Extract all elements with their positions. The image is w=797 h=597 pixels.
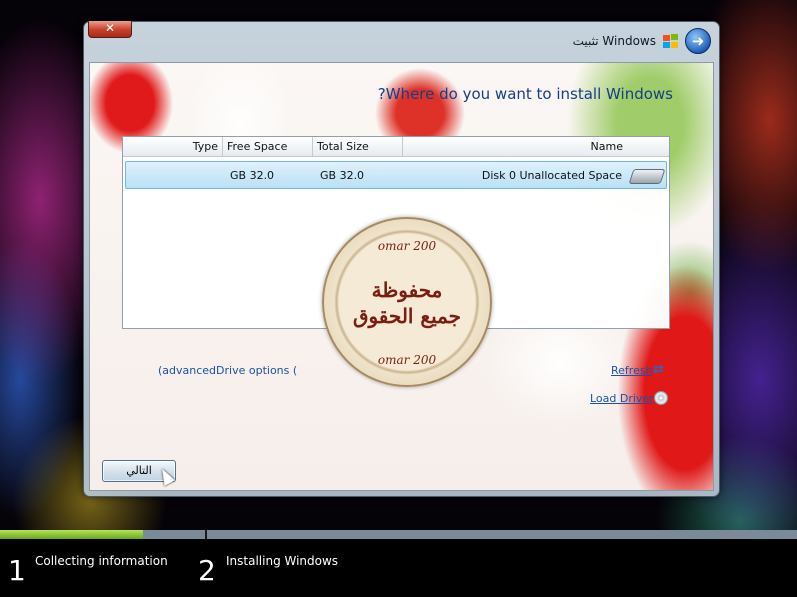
title-bar: تثبيت Windows ➜ xyxy=(573,28,711,54)
watermark-top-text: omar 200 xyxy=(377,239,437,253)
window-title: تثبيت Windows xyxy=(572,34,656,48)
column-header-total-size[interactable]: Total Size xyxy=(313,137,403,156)
step-number: 2 xyxy=(198,554,216,587)
back-arrow-icon[interactable]: ➜ xyxy=(685,28,711,54)
progress-fill xyxy=(0,530,144,539)
setup-progress-bar xyxy=(0,530,797,539)
disk-total-size: GB 32.0 xyxy=(320,169,365,182)
refresh-link[interactable]: Refresh xyxy=(611,364,653,377)
watermark-center-text: محفوظة جميع الحقوق xyxy=(324,277,490,329)
step-label: Installing Windows xyxy=(226,554,339,568)
disk-name: Disk 0 Unallocated Space xyxy=(481,169,622,182)
table-row[interactable]: GB 32.0 GB 32.0 Disk 0 Unallocated Space xyxy=(125,161,667,189)
advanced-drive-options-link[interactable]: (advancedDrive options ( xyxy=(158,364,297,377)
close-button[interactable]: ✕ xyxy=(88,21,132,38)
watermark-center-line-2: جميع الحقوق xyxy=(352,304,462,328)
column-header-name[interactable]: Name xyxy=(403,137,669,156)
column-header-free-space[interactable]: Free Space xyxy=(223,137,313,156)
page-title: ?Where do you want to install Windows xyxy=(377,85,673,103)
load-driver-link[interactable]: Load Driver xyxy=(590,392,654,405)
disk-free-space: GB 32.0 xyxy=(230,169,275,182)
disk-list-header: Type Free Space Total Size Name xyxy=(123,137,669,157)
watermark-stamp: omar 200 محفوظة جميع الحقوق omar 200 xyxy=(322,217,492,387)
windows-flag-icon xyxy=(662,33,679,49)
content-pane: ?Where do you want to install Windows Ty… xyxy=(89,62,714,491)
watermark-bottom-text: omar 200 xyxy=(377,353,437,367)
step-number: 1 xyxy=(8,554,26,587)
step-label: Collecting information xyxy=(35,554,168,568)
column-header-type[interactable]: Type xyxy=(123,137,223,156)
hard-drive-icon xyxy=(628,169,666,184)
setup-window: ✕ تثبيت Windows ➜ ?Where do you want to … xyxy=(83,21,720,497)
progress-divider xyxy=(205,530,207,539)
refresh-icon[interactable]: ⇄ xyxy=(653,363,667,377)
cd-icon[interactable] xyxy=(654,391,668,405)
watermark-center-line-1: محفوظة xyxy=(371,278,443,302)
